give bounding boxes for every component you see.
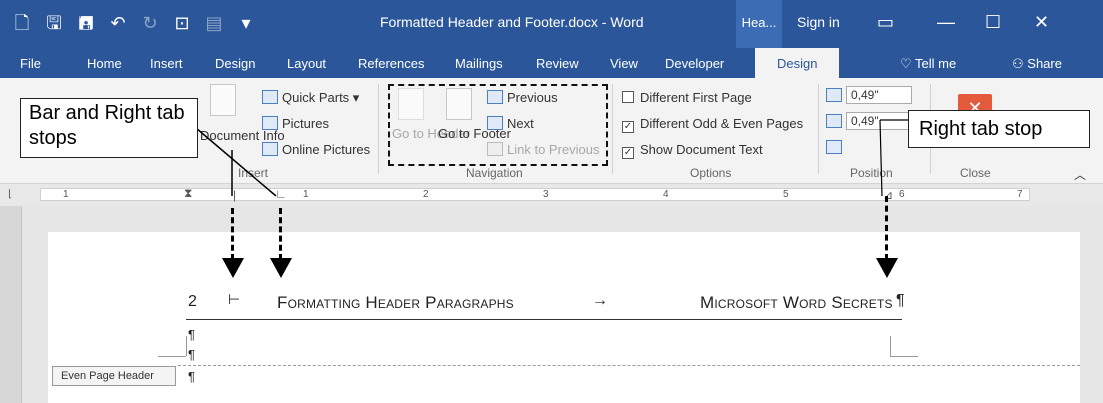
callout-bar-right-tab-stops: Bar and Right tab stops xyxy=(20,98,198,158)
callout-right-tab-stop: Right tab stop xyxy=(908,110,1090,148)
callout-pointer-lines xyxy=(195,119,908,197)
